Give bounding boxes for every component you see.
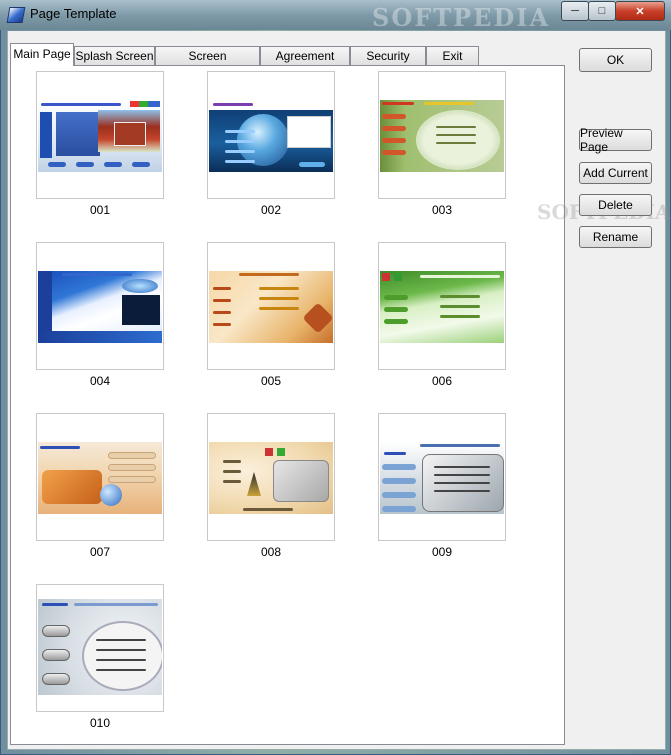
- delete-button[interactable]: Delete: [579, 194, 652, 216]
- template-label: 010: [89, 716, 111, 730]
- close-button[interactable]: ✕: [615, 1, 665, 21]
- template-label: 008: [260, 545, 282, 559]
- template-label: 001: [89, 203, 111, 217]
- ok-button[interactable]: OK: [579, 48, 652, 72]
- template-label: 002: [260, 203, 282, 217]
- tab-main-page[interactable]: Main Page: [10, 43, 74, 66]
- template-label: 009: [431, 545, 453, 559]
- close-icon: ✕: [635, 5, 645, 18]
- template-thumb-002[interactable]: [207, 71, 335, 199]
- template-preview: [209, 271, 333, 343]
- template-preview: [38, 442, 162, 514]
- tab-splash-screen[interactable]: Splash Screen: [74, 46, 155, 65]
- window-title: Page Template: [30, 6, 117, 21]
- template-label: 003: [431, 203, 453, 217]
- maximize-icon: □: [598, 5, 606, 17]
- template-preview: [209, 442, 333, 514]
- template-preview: [209, 100, 333, 172]
- template-thumb-005[interactable]: [207, 242, 335, 370]
- template-label: 007: [89, 545, 111, 559]
- template-label: 004: [89, 374, 111, 388]
- preview-page-button[interactable]: Preview Page: [579, 126, 652, 154]
- template-thumb-001[interactable]: [36, 71, 164, 199]
- template-preview: [38, 599, 162, 695]
- template-label: 006: [431, 374, 453, 388]
- template-thumb-004[interactable]: [36, 242, 164, 370]
- tab-security-form[interactable]: Security Form: [350, 46, 426, 82]
- template-preview: [380, 271, 504, 343]
- title-bar[interactable]: Page Template SOFTPEDIA ─ □ ✕: [0, 0, 671, 32]
- template-gallery: 001 002 003 004 005 006 007 008 009 010: [10, 65, 565, 745]
- template-preview: [38, 100, 162, 172]
- rename-button[interactable]: Rename: [579, 226, 652, 248]
- template-preview: [380, 100, 504, 172]
- template-preview: [380, 442, 504, 514]
- template-preview: [38, 271, 162, 343]
- watermark: SOFTPEDIA: [372, 3, 551, 32]
- minimize-icon: ─: [571, 5, 579, 17]
- template-label: 005: [260, 374, 282, 388]
- template-thumb-003[interactable]: [378, 71, 506, 199]
- tab-exit-form[interactable]: Exit Form: [426, 46, 479, 82]
- template-thumb-009[interactable]: [378, 413, 506, 541]
- add-current-button[interactable]: Add Current: [579, 162, 652, 184]
- tab-screen-background[interactable]: Screen Background: [155, 46, 260, 82]
- app-icon: [6, 7, 26, 23]
- tab-agreement-form[interactable]: Agreement Form: [260, 46, 350, 82]
- template-thumb-007[interactable]: [36, 413, 164, 541]
- template-thumb-006[interactable]: [378, 242, 506, 370]
- template-thumb-010[interactable]: [36, 584, 164, 712]
- minimize-button[interactable]: ─: [561, 1, 589, 21]
- maximize-button[interactable]: □: [588, 1, 616, 21]
- template-thumb-008[interactable]: [207, 413, 335, 541]
